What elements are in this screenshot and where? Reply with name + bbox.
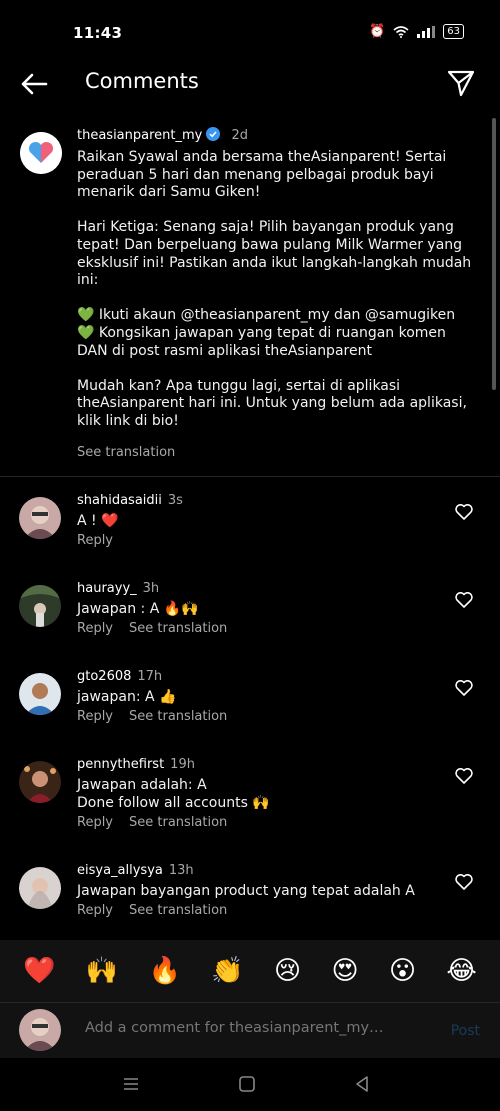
current-user-avatar [19, 1009, 61, 1051]
comment-body: pennythefirst 19h Jawapan adalah: A Done … [77, 753, 437, 830]
avatar[interactable] [19, 497, 61, 539]
reply-button[interactable]: Reply [77, 533, 113, 548]
page-title: Comments [85, 69, 199, 93]
emoji-quick-reactions: ❤️ 🙌 🔥 👏 😢 😍 😮 😂 [0, 940, 500, 1002]
like-heart-icon[interactable] [454, 590, 474, 610]
comment-body: haurayy_ 3h Jawapan : A 🔥🙌 Reply See trans… [77, 577, 437, 636]
comment-body: gto2608 17h jawapan: A 👍 Reply See transla… [77, 665, 437, 724]
emoji-crying-face[interactable]: 😢 [274, 956, 301, 986]
status-time: 11:43 [73, 24, 123, 42]
status-icons: ⏰ 63 [369, 24, 464, 39]
divider [0, 476, 500, 477]
reply-button[interactable]: Reply [77, 621, 113, 636]
back-arrow-icon[interactable] [18, 68, 50, 100]
header: Comments [0, 64, 500, 104]
reply-button[interactable]: Reply [77, 709, 113, 724]
comment-username[interactable]: gto2608 [77, 669, 131, 684]
caption-see-translation[interactable]: See translation [77, 445, 175, 460]
avatar[interactable] [19, 585, 61, 627]
comment-text: Jawapan : A 🔥🙌 [77, 601, 199, 617]
back-icon[interactable] [352, 1074, 372, 1094]
emoji-tears-of-joy[interactable]: 😂 [446, 956, 476, 986]
verified-badge-icon [206, 127, 221, 141]
emoji-clapping-hands[interactable]: 👏 [211, 956, 243, 986]
caption-header: theasianparent_my 2d [77, 124, 477, 143]
avatar[interactable] [19, 867, 61, 909]
comment-text: jawapan: A 👍 [77, 689, 177, 705]
home-icon[interactable] [237, 1074, 257, 1094]
caption-time: 2d [231, 128, 248, 143]
comment-text: Jawapan bayangan product yang tepat adal… [77, 883, 415, 899]
emoji-red-heart[interactable]: ❤️ [23, 956, 55, 986]
see-translation-link[interactable]: See translation [129, 903, 227, 918]
caption-text: Raikan Syawal anda bersama theAsianparen… [77, 149, 472, 429]
caption-username[interactable]: theasianparent_my [77, 128, 202, 143]
like-heart-icon[interactable] [454, 766, 474, 786]
caption-avatar[interactable] [20, 132, 62, 174]
avatar[interactable] [19, 761, 61, 803]
wifi-icon [393, 25, 409, 38]
caption-body: theasianparent_my 2d Raikan Syawal anda … [77, 124, 477, 460]
comment-username[interactable]: haurayy_ [77, 581, 137, 596]
menu-icon[interactable] [121, 1074, 141, 1094]
battery-indicator: 63 [443, 24, 464, 39]
comment-time: 19h [170, 757, 195, 772]
scrollbar[interactable] [492, 118, 496, 390]
comment-username[interactable]: shahidasaidii [77, 493, 162, 508]
emoji-fire[interactable]: 🔥 [149, 956, 181, 986]
comment-time: 13h [168, 863, 194, 878]
post-button[interactable]: Post [451, 1023, 480, 1039]
like-heart-icon[interactable] [454, 502, 474, 522]
send-direct-icon[interactable] [446, 68, 476, 98]
emoji-surprised-face[interactable]: 😮 [389, 956, 416, 986]
comment-time: 3h [142, 581, 160, 596]
theasianparent-logo-icon [20, 132, 62, 174]
status-bar: 11:43 ⏰ 63 [0, 0, 500, 64]
comment-body: eisya_allysya 13h Jawapan bayangan produc… [77, 859, 437, 918]
comment-input[interactable] [85, 1020, 415, 1036]
comment-text: Jawapan adalah: A Done follow all accoun… [77, 777, 270, 811]
see-translation-link[interactable]: See translation [129, 815, 227, 830]
system-nav-bar [0, 1058, 500, 1111]
comment-time: 17h [137, 669, 163, 684]
comment-username[interactable]: eisya_allysya [77, 863, 163, 878]
comment-body: shahidasaidii 3s A ! ❤️ Reply [77, 489, 437, 548]
see-translation-link[interactable]: See translation [129, 709, 227, 724]
avatar[interactable] [19, 673, 61, 715]
signal-icon [417, 25, 436, 38]
emoji-heart-eyes[interactable]: 😍 [332, 956, 359, 986]
comment-input-bar: Post [0, 1002, 500, 1058]
see-translation-link[interactable]: See translation [129, 621, 227, 636]
comment-username[interactable]: pennythefirst [77, 757, 164, 772]
like-heart-icon[interactable] [454, 872, 474, 892]
reply-button[interactable]: Reply [77, 903, 113, 918]
comment-text: A ! ❤️ [77, 513, 119, 529]
alarm-icon: ⏰ [369, 24, 386, 39]
like-heart-icon[interactable] [454, 678, 474, 698]
reply-button[interactable]: Reply [77, 815, 113, 830]
comment-time: 3s [167, 493, 183, 508]
emoji-raising-hands[interactable]: 🙌 [86, 956, 118, 986]
